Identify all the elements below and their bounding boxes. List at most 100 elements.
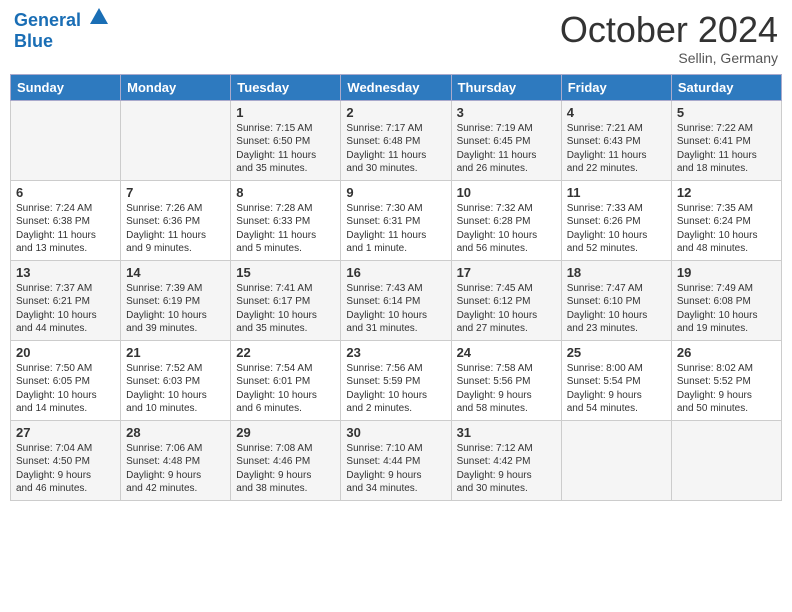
day-info: Sunrise: 7:10 AM Sunset: 4:44 PM Dayligh… [346, 442, 445, 496]
day-info: Sunrise: 7:37 AM Sunset: 6:21 PM Dayligh… [16, 282, 115, 336]
day-number: 11 [567, 185, 666, 200]
day-info: Sunrise: 7:12 AM Sunset: 4:42 PM Dayligh… [457, 442, 556, 496]
day-info: Sunrise: 7:08 AM Sunset: 4:46 PM Dayligh… [236, 442, 335, 496]
day-cell: 31 Sunrise: 7:12 AM Sunset: 4:42 PM Dayli… [451, 420, 561, 500]
day-cell: 25 Sunrise: 8:00 AM Sunset: 5:54 PM Dayli… [561, 340, 671, 420]
day-number: 8 [236, 185, 335, 200]
day-cell [121, 100, 231, 180]
header-saturday: Saturday [671, 74, 781, 100]
header-row: SundayMondayTuesdayWednesdayThursdayFrid… [11, 74, 782, 100]
day-cell: 29 Sunrise: 7:08 AM Sunset: 4:46 PM Dayli… [231, 420, 341, 500]
day-cell: 14 Sunrise: 7:39 AM Sunset: 6:19 PM Dayli… [121, 260, 231, 340]
day-info: Sunrise: 7:39 AM Sunset: 6:19 PM Dayligh… [126, 282, 225, 336]
day-info: Sunrise: 7:26 AM Sunset: 6:36 PM Dayligh… [126, 202, 225, 256]
week-row-0: 1 Sunrise: 7:15 AM Sunset: 6:50 PM Daylig… [11, 100, 782, 180]
day-info: Sunrise: 7:28 AM Sunset: 6:33 PM Dayligh… [236, 202, 335, 256]
day-info: Sunrise: 7:22 AM Sunset: 6:41 PM Dayligh… [677, 122, 776, 176]
day-cell [11, 100, 121, 180]
title-block: October 2024 Sellin, Germany [560, 10, 778, 66]
day-info: Sunrise: 7:54 AM Sunset: 6:01 PM Dayligh… [236, 362, 335, 416]
day-number: 20 [16, 345, 115, 360]
day-number: 9 [346, 185, 445, 200]
day-info: Sunrise: 7:58 AM Sunset: 5:56 PM Dayligh… [457, 362, 556, 416]
day-info: Sunrise: 8:00 AM Sunset: 5:54 PM Dayligh… [567, 362, 666, 416]
day-number: 31 [457, 425, 556, 440]
day-number: 19 [677, 265, 776, 280]
day-info: Sunrise: 7:04 AM Sunset: 4:50 PM Dayligh… [16, 442, 115, 496]
week-row-3: 20Sunrise: 7:50 AM Sunset: 6:05 PM Dayli… [11, 340, 782, 420]
day-info: Sunrise: 7:17 AM Sunset: 6:48 PM Dayligh… [346, 122, 445, 176]
day-info: Sunrise: 7:45 AM Sunset: 6:12 PM Dayligh… [457, 282, 556, 336]
logo-line2: Blue [14, 32, 110, 52]
day-cell [561, 420, 671, 500]
day-cell [671, 420, 781, 500]
day-cell: 21Sunrise: 7:52 AM Sunset: 6:03 PM Dayli… [121, 340, 231, 420]
calendar-table: SundayMondayTuesdayWednesdayThursdayFrid… [10, 74, 782, 501]
day-number: 5 [677, 105, 776, 120]
day-number: 23 [346, 345, 445, 360]
day-info: Sunrise: 7:21 AM Sunset: 6:43 PM Dayligh… [567, 122, 666, 176]
day-cell: 1 Sunrise: 7:15 AM Sunset: 6:50 PM Daylig… [231, 100, 341, 180]
day-cell: 20Sunrise: 7:50 AM Sunset: 6:05 PM Dayli… [11, 340, 121, 420]
day-cell: 16Sunrise: 7:43 AM Sunset: 6:14 PM Dayli… [341, 260, 451, 340]
day-number: 7 [126, 185, 225, 200]
page-header: General Blue October 2024 Sellin, German… [10, 10, 782, 66]
day-number: 18 [567, 265, 666, 280]
day-number: 14 [126, 265, 225, 280]
logo: General Blue [14, 10, 110, 52]
day-number: 29 [236, 425, 335, 440]
day-info: Sunrise: 7:41 AM Sunset: 6:17 PM Dayligh… [236, 282, 335, 336]
location-subtitle: Sellin, Germany [560, 50, 778, 66]
day-number: 24 [457, 345, 556, 360]
day-number: 25 [567, 345, 666, 360]
day-number: 12 [677, 185, 776, 200]
day-number: 26 [677, 345, 776, 360]
day-cell: 7 Sunrise: 7:26 AM Sunset: 6:36 PM Daylig… [121, 180, 231, 260]
day-number: 3 [457, 105, 556, 120]
day-number: 22 [236, 345, 335, 360]
day-number: 2 [346, 105, 445, 120]
day-cell: 11 Sunrise: 7:33 AM Sunset: 6:26 PM Dayli… [561, 180, 671, 260]
week-row-1: 6Sunrise: 7:24 AM Sunset: 6:38 PM Daylig… [11, 180, 782, 260]
day-cell: 8 Sunrise: 7:28 AM Sunset: 6:33 PM Daylig… [231, 180, 341, 260]
day-cell: 5 Sunrise: 7:22 AM Sunset: 6:41 PM Daylig… [671, 100, 781, 180]
day-number: 28 [126, 425, 225, 440]
day-cell: 18 Sunrise: 7:47 AM Sunset: 6:10 PM Dayli… [561, 260, 671, 340]
day-cell: 24 Sunrise: 7:58 AM Sunset: 5:56 PM Dayli… [451, 340, 561, 420]
week-row-4: 27 Sunrise: 7:04 AM Sunset: 4:50 PM Dayli… [11, 420, 782, 500]
day-cell: 2 Sunrise: 7:17 AM Sunset: 6:48 PM Daylig… [341, 100, 451, 180]
day-cell: 4Sunrise: 7:21 AM Sunset: 6:43 PM Daylig… [561, 100, 671, 180]
day-info: Sunrise: 7:15 AM Sunset: 6:50 PM Dayligh… [236, 122, 335, 176]
day-cell: 26 Sunrise: 8:02 AM Sunset: 5:52 PM Dayli… [671, 340, 781, 420]
week-row-2: 13Sunrise: 7:37 AM Sunset: 6:21 PM Dayli… [11, 260, 782, 340]
day-number: 1 [236, 105, 335, 120]
day-number: 6 [16, 185, 115, 200]
day-info: Sunrise: 7:56 AM Sunset: 5:59 PM Dayligh… [346, 362, 445, 416]
day-cell: 12 Sunrise: 7:35 AM Sunset: 6:24 PM Dayli… [671, 180, 781, 260]
day-cell: 23 Sunrise: 7:56 AM Sunset: 5:59 PM Dayli… [341, 340, 451, 420]
day-cell: 22 Sunrise: 7:54 AM Sunset: 6:01 PM Dayli… [231, 340, 341, 420]
day-number: 16 [346, 265, 445, 280]
day-number: 10 [457, 185, 556, 200]
day-cell: 30 Sunrise: 7:10 AM Sunset: 4:44 PM Dayli… [341, 420, 451, 500]
day-number: 30 [346, 425, 445, 440]
day-info: Sunrise: 7:35 AM Sunset: 6:24 PM Dayligh… [677, 202, 776, 256]
day-number: 21 [126, 345, 225, 360]
logo-line1: General [14, 10, 110, 32]
day-cell: 27 Sunrise: 7:04 AM Sunset: 4:50 PM Dayli… [11, 420, 121, 500]
day-cell: 17 Sunrise: 7:45 AM Sunset: 6:12 PM Dayli… [451, 260, 561, 340]
day-info: Sunrise: 7:19 AM Sunset: 6:45 PM Dayligh… [457, 122, 556, 176]
day-cell: 28Sunrise: 7:06 AM Sunset: 4:48 PM Dayli… [121, 420, 231, 500]
day-info: Sunrise: 8:02 AM Sunset: 5:52 PM Dayligh… [677, 362, 776, 416]
header-monday: Monday [121, 74, 231, 100]
header-friday: Friday [561, 74, 671, 100]
day-number: 17 [457, 265, 556, 280]
day-number: 27 [16, 425, 115, 440]
day-cell: 9Sunrise: 7:30 AM Sunset: 6:31 PM Daylig… [341, 180, 451, 260]
day-number: 15 [236, 265, 335, 280]
day-info: Sunrise: 7:33 AM Sunset: 6:26 PM Dayligh… [567, 202, 666, 256]
month-title: October 2024 [560, 10, 778, 50]
day-cell: 19Sunrise: 7:49 AM Sunset: 6:08 PM Dayli… [671, 260, 781, 340]
header-wednesday: Wednesday [341, 74, 451, 100]
day-info: Sunrise: 7:47 AM Sunset: 6:10 PM Dayligh… [567, 282, 666, 336]
